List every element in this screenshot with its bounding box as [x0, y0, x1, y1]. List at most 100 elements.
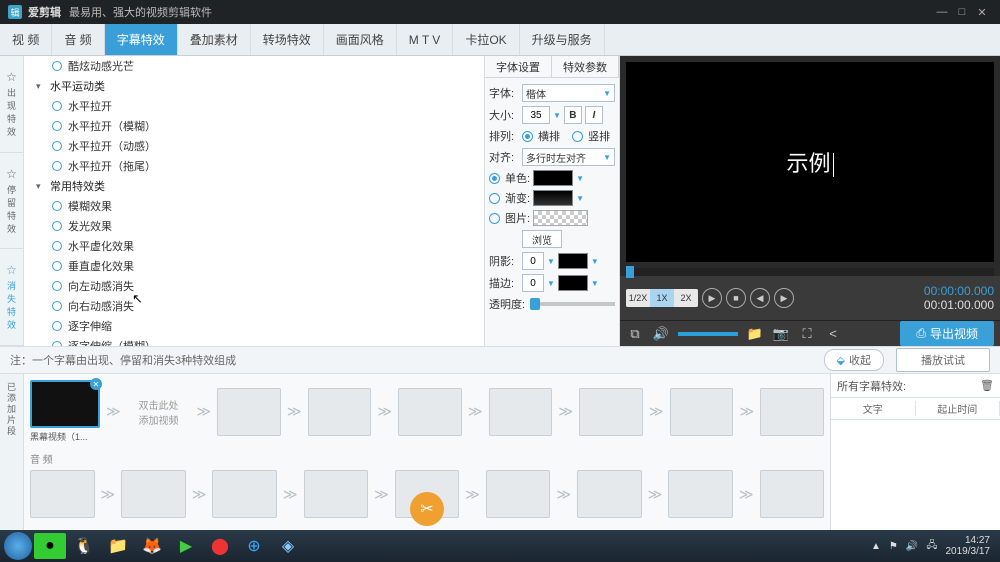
taskbar-app[interactable]: ▶ — [170, 533, 202, 559]
clip-empty[interactable] — [579, 388, 643, 436]
taskbar-app[interactable]: ⊕ — [238, 533, 270, 559]
audio-clip-empty[interactable] — [760, 470, 825, 518]
taskbar-app[interactable]: 📁 — [102, 533, 134, 559]
tray-network-icon[interactable]: 🖧 — [926, 538, 937, 555]
align-select[interactable]: 多行时左对齐▼ — [522, 148, 615, 166]
audio-clip-empty[interactable] — [577, 470, 642, 518]
taskbar-app[interactable]: 🦊 — [136, 533, 168, 559]
tray-icon[interactable]: ⚑ — [889, 541, 898, 552]
browse-button[interactable]: 浏览 — [522, 230, 562, 248]
speed-1/2X[interactable]: 1/2X — [626, 289, 650, 307]
opacity-slider[interactable] — [530, 302, 615, 306]
audio-clip-empty[interactable] — [30, 470, 95, 518]
color-solid-radio[interactable] — [489, 173, 500, 184]
props-tab-font[interactable]: 字体设置 — [485, 56, 552, 77]
shadow-input[interactable] — [522, 252, 544, 270]
tab-2[interactable]: 字幕特效 — [105, 24, 178, 55]
taskbar-clock[interactable]: 14:272019/3/17 — [946, 535, 991, 557]
fullscreen-icon[interactable]: ⛶ — [798, 325, 816, 343]
taskbar-app[interactable]: ◈ — [272, 533, 304, 559]
font-select[interactable]: 楷体▼ — [522, 84, 615, 102]
folder-icon[interactable]: 📁 — [746, 325, 764, 343]
phase-2[interactable]: ☆消失特效 — [0, 249, 23, 346]
volume-icon[interactable]: 🔊 — [652, 325, 670, 343]
tab-5[interactable]: 画面风格 — [324, 24, 397, 55]
collapse-button[interactable]: ⬙收起 — [824, 349, 884, 371]
taskbar-app[interactable]: ● — [34, 533, 66, 559]
effect-item[interactable]: 垂直虚化效果 — [24, 256, 484, 276]
play-test-button[interactable]: 播放试试 — [896, 348, 990, 372]
stroke-input[interactable] — [522, 274, 544, 292]
clip-empty[interactable] — [760, 388, 824, 436]
transition-icon[interactable]: ≫ — [106, 403, 121, 420]
snapshot-icon[interactable]: 📷 — [772, 325, 790, 343]
tab-4[interactable]: 转场特效 — [251, 24, 324, 55]
clip-delete-icon[interactable]: ✕ — [90, 378, 102, 390]
clip-empty[interactable] — [398, 388, 462, 436]
preview-scrubber[interactable] — [626, 268, 994, 276]
audio-clip-empty[interactable] — [212, 470, 277, 518]
phase-0[interactable]: ☆出现特效 — [0, 56, 23, 153]
effect-item[interactable]: 水平拉开（动感） — [24, 136, 484, 156]
prev-frame-button[interactable]: ◀ — [750, 288, 770, 308]
tab-7[interactable]: 卡拉OK — [453, 24, 519, 55]
tray-volume-icon[interactable]: 🔊 — [906, 541, 918, 552]
preview-video[interactable]: 示例 — [626, 62, 994, 262]
audio-clip-empty[interactable] — [486, 470, 551, 518]
stop-button[interactable]: ■ — [726, 288, 746, 308]
bold-button[interactable]: B — [564, 106, 582, 124]
effect-category[interactable]: ▾常用特效类 — [24, 176, 484, 196]
phase-1[interactable]: ☆停留特效 — [0, 153, 23, 250]
effect-item[interactable]: 水平拉开 — [24, 96, 484, 116]
clip-empty[interactable] — [489, 388, 553, 436]
clip-empty[interactable] — [217, 388, 281, 436]
next-frame-button[interactable]: ▶ — [774, 288, 794, 308]
mark-in-icon[interactable]: ⧉ — [626, 325, 644, 343]
arrange-h-radio[interactable] — [522, 131, 533, 142]
effect-item[interactable]: 酷炫动感光芒 — [24, 56, 484, 76]
tab-8[interactable]: 升级与服务 — [520, 24, 605, 55]
audio-clip-empty[interactable] — [668, 470, 733, 518]
maximize-button[interactable]: □ — [952, 4, 972, 20]
effect-item[interactable]: 向左动感消失 — [24, 276, 484, 296]
italic-button[interactable]: I — [585, 106, 603, 124]
export-button[interactable]: ⎙导出视频 — [900, 321, 994, 346]
volume-slider[interactable] — [678, 332, 738, 336]
font-size-input[interactable] — [522, 106, 550, 124]
color-swatch[interactable] — [533, 170, 573, 186]
effect-item[interactable]: 发光效果 — [24, 216, 484, 236]
props-tab-effect[interactable]: 特效参数 — [552, 56, 619, 77]
tab-1[interactable]: 音 频 — [52, 24, 104, 55]
effect-tree[interactable]: 酷炫动感光芒▾水平运动类水平拉开水平拉开（模糊）水平拉开（动感）水平拉开（拖尾）… — [24, 56, 485, 346]
delete-subtitle-icon[interactable]: 🗑 — [980, 379, 994, 392]
audio-clip-empty[interactable] — [304, 470, 369, 518]
timeline[interactable]: ✕ 黑幕视频（1... ≫ 双击此处添加视频 ≫ ≫ ≫ ≫ ≫ ≫ ≫ 音 频… — [24, 374, 830, 554]
cut-button[interactable]: ✂ — [410, 492, 444, 526]
effect-item[interactable]: 水平拉开（拖尾） — [24, 156, 484, 176]
minimize-button[interactable]: — — [932, 4, 952, 20]
effect-item[interactable]: 水平虚化效果 — [24, 236, 484, 256]
tab-3[interactable]: 叠加素材 — [178, 24, 251, 55]
effect-item[interactable]: 逐字伸缩 — [24, 316, 484, 336]
gradient-swatch[interactable] — [533, 190, 573, 206]
start-button[interactable] — [4, 532, 32, 560]
clip-empty[interactable] — [308, 388, 372, 436]
effect-item[interactable]: 向右动感消失 — [24, 296, 484, 316]
clip-empty[interactable] — [670, 388, 734, 436]
close-button[interactable]: ✕ — [972, 4, 992, 20]
tray-icon[interactable]: ▲ — [871, 541, 881, 552]
effect-category[interactable]: ▾水平运动类 — [24, 76, 484, 96]
effect-item[interactable]: 模糊效果 — [24, 196, 484, 216]
share-icon[interactable]: < — [824, 325, 842, 343]
taskbar-app[interactable]: ⬤ — [204, 533, 236, 559]
color-image-radio[interactable] — [489, 213, 500, 224]
arrange-v-radio[interactable] — [572, 131, 583, 142]
taskbar-app[interactable]: 🐧 — [68, 533, 100, 559]
speed-2X[interactable]: 2X — [674, 289, 698, 307]
tab-0[interactable]: 视 频 — [0, 24, 52, 55]
clip-1[interactable]: ✕ — [30, 380, 100, 428]
tab-6[interactable]: M T V — [397, 24, 454, 55]
speed-1X[interactable]: 1X — [650, 289, 674, 307]
audio-clip-empty[interactable] — [121, 470, 186, 518]
effect-item[interactable]: 逐字伸缩（模糊） — [24, 336, 484, 346]
